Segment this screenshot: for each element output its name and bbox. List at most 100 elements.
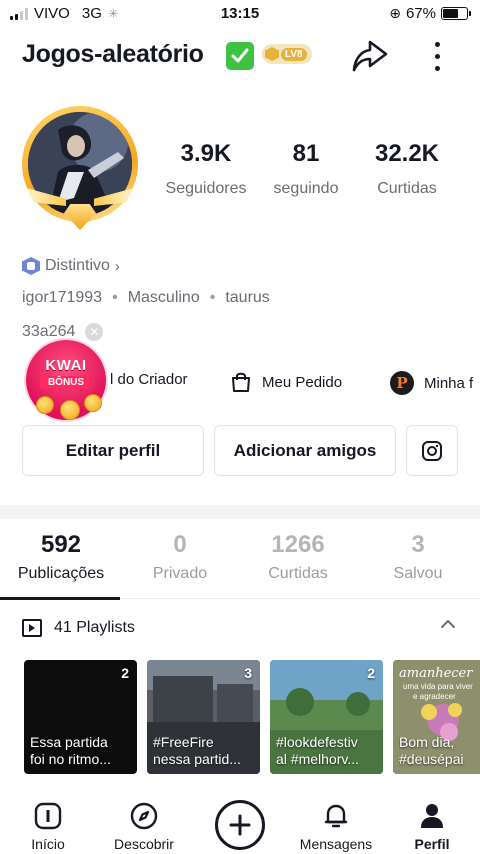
- separator: •: [112, 289, 118, 306]
- plus-icon: [229, 814, 251, 836]
- avatar-gem-icon: [64, 204, 96, 230]
- playlist-title: #FreeFire nessa partid...: [153, 734, 256, 768]
- profile-icon: [421, 804, 443, 828]
- p-logo-icon: P: [390, 371, 414, 395]
- badge-label: Distintivo: [45, 257, 110, 274]
- playlist-count: 2: [367, 665, 375, 681]
- saved-label: Salvou: [393, 565, 443, 582]
- playlist-title: Essa partida foi no ritmo...: [30, 734, 133, 768]
- nav-home[interactable]: Início: [0, 800, 96, 852]
- status-bar: VIVO 3G ✳ 13:15 ⊕ 67%: [0, 0, 480, 28]
- kwai-bonus-title: KWAI: [45, 357, 87, 374]
- likes-label: Curtidas: [377, 180, 437, 197]
- shopping-bag-icon: [232, 372, 250, 392]
- playlist-title-line: #FreeFire: [153, 734, 214, 750]
- more-shortcut-link[interactable]: P Minha f: [390, 371, 473, 395]
- level-text: LV8: [281, 47, 307, 61]
- kwai-bonus-subtitle: BÔNUS: [40, 376, 92, 389]
- playlist-title: #lookdefestiv al #melhorv...: [276, 734, 379, 768]
- bell-icon: [324, 804, 348, 828]
- dot: [434, 53, 440, 59]
- following-label: seguindo: [273, 180, 339, 197]
- playlist-title-line: al #melhorv...: [276, 751, 359, 767]
- following-count: 81: [292, 140, 320, 167]
- posts-count: 592: [40, 531, 82, 558]
- private-count: 0: [173, 531, 187, 558]
- level-icon: [265, 47, 279, 61]
- section-divider: [0, 505, 480, 519]
- share-arrow-icon: [352, 40, 388, 72]
- creator-center-link[interactable]: l do Criador: [110, 371, 188, 388]
- tab-saved[interactable]: 3 Salvou: [376, 531, 460, 583]
- playlist-count: 2: [121, 665, 129, 681]
- tab-likes[interactable]: 1266 Curtidas: [248, 531, 348, 583]
- coin-icon: [60, 400, 80, 420]
- kwai-bonus-button[interactable]: KWAI BÔNUS: [22, 338, 110, 424]
- playlist-item[interactable]: amanhecer uma vida para viver e agradece…: [393, 660, 480, 774]
- coin-icon: [36, 396, 54, 414]
- stat-followers[interactable]: 3.9K Seguidores: [158, 140, 254, 198]
- liked-count: 1266: [271, 531, 325, 558]
- playlist-title: Bom dia, #deusépai: [399, 734, 479, 768]
- chevron-up-icon[interactable]: [440, 618, 456, 630]
- create-post-button[interactable]: [215, 800, 265, 850]
- active-tab-indicator: [0, 597, 120, 600]
- add-friends-button[interactable]: Adicionar amigos: [214, 425, 396, 476]
- dot: [434, 41, 440, 47]
- share-button[interactable]: [350, 38, 390, 74]
- playlist-title-line: foi no ritmo...: [30, 751, 111, 767]
- nav-home-label: Início: [31, 836, 65, 852]
- compass-icon: [130, 802, 158, 830]
- posts-label: Publicações: [17, 565, 105, 582]
- private-label: Privado: [152, 565, 208, 582]
- nav-discover[interactable]: Descobrir: [96, 800, 192, 852]
- edit-profile-button[interactable]: Editar perfil: [22, 425, 204, 476]
- overlay-text: amanhecer: [399, 666, 473, 681]
- likes-count: 32.2K: [374, 140, 440, 167]
- playlist-item[interactable]: 3 #FreeFire nessa partid...: [147, 660, 260, 774]
- status-right: ⊕ 67%: [389, 5, 471, 22]
- battery-icon: [441, 7, 471, 20]
- liked-label: Curtidas: [268, 565, 328, 582]
- creator-label: l do Criador: [110, 371, 188, 388]
- playlist-title-line: Essa partida: [30, 734, 108, 750]
- avatar[interactable]: [18, 104, 142, 232]
- stat-following[interactable]: 81 seguindo: [266, 140, 346, 198]
- more-shortcut-label: Minha f: [424, 374, 474, 392]
- playlist-title-line: #deusépai: [399, 751, 464, 767]
- nav-profile[interactable]: Perfil: [384, 800, 480, 852]
- nav-profile-label: Perfil: [414, 836, 450, 852]
- nav-messages[interactable]: Mensagens: [288, 800, 384, 852]
- playlist-icon: [22, 619, 42, 637]
- home-icon: [34, 802, 62, 830]
- playlist-item[interactable]: 2 Essa partida foi no ritmo...: [24, 660, 137, 774]
- stat-likes[interactable]: 32.2K Curtidas: [366, 140, 448, 198]
- nav-messages-label: Mensagens: [299, 836, 373, 852]
- tab-posts[interactable]: 592 Publicações: [0, 531, 122, 583]
- tab-private[interactable]: 0 Privado: [130, 531, 230, 583]
- user-sign: taurus: [225, 289, 270, 306]
- badge-link[interactable]: Distintivo ›: [22, 257, 120, 275]
- profile-header: Jogos-aleatório LV8: [0, 30, 480, 80]
- chevron-right-icon: ›: [114, 257, 120, 275]
- overlay-text: e agradecer: [413, 692, 456, 701]
- more-options-button[interactable]: [424, 38, 450, 74]
- playlist-title-line: nessa partid...: [153, 751, 241, 767]
- playlist-carousel: 2 Essa partida foi no ritmo... 3 #FreeFi…: [24, 660, 480, 774]
- instagram-icon: [422, 440, 442, 461]
- badge-shield-icon: [22, 257, 40, 275]
- followers-count: 3.9K: [180, 140, 232, 167]
- level-badge[interactable]: LV8: [262, 44, 312, 64]
- followers-label: Seguidores: [165, 180, 247, 197]
- instagram-button[interactable]: [406, 425, 458, 476]
- dot: [434, 65, 440, 71]
- profile-username: Jogos-aleatório: [22, 40, 204, 68]
- overlay-text: uma vida para viver: [403, 682, 473, 691]
- verified-check-icon: [226, 42, 254, 70]
- playlists-header[interactable]: 41 Playlists: [22, 615, 462, 641]
- my-orders-link[interactable]: Meu Pedido: [230, 371, 342, 393]
- playlist-item[interactable]: 2 #lookdefestiv al #melhorv...: [270, 660, 383, 774]
- playlists-title: 41 Playlists: [54, 619, 135, 636]
- battery-percent: 67%: [405, 5, 436, 22]
- user-handle: igor171993: [22, 289, 103, 306]
